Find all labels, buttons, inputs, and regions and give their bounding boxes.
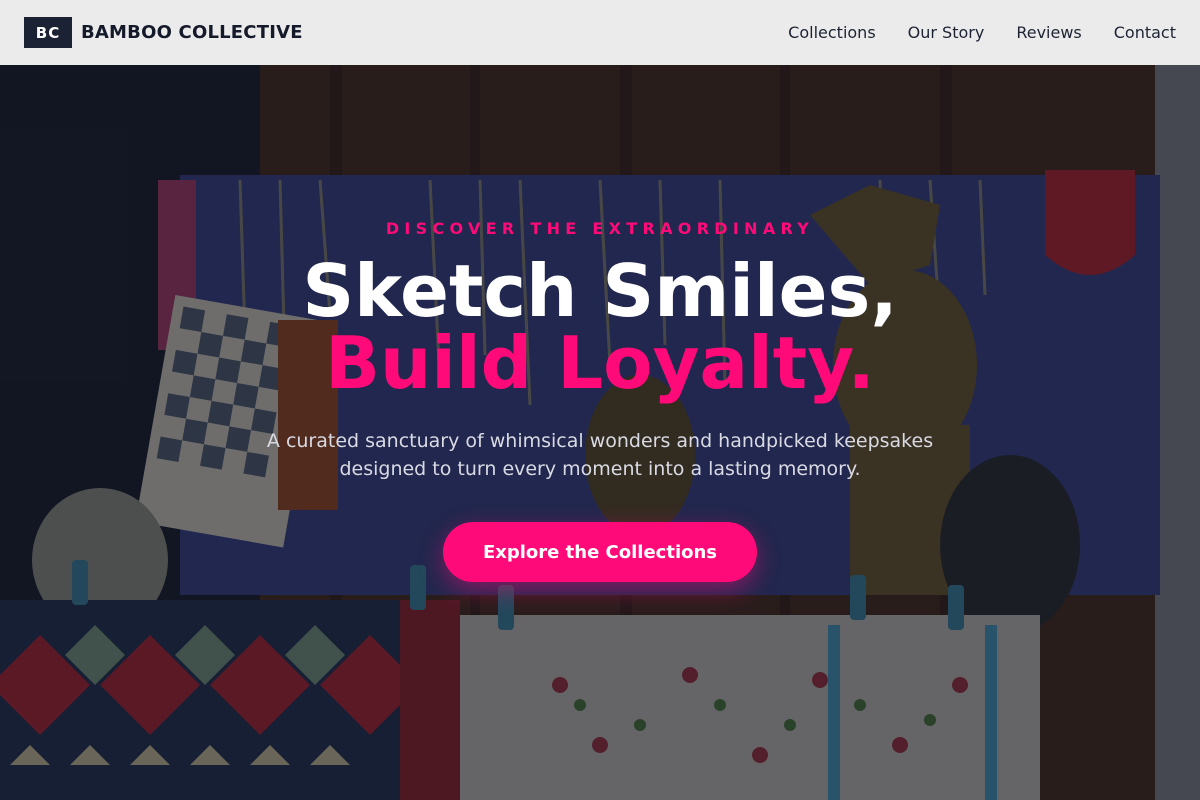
hero-headline-line-2: Build Loyalty. <box>325 321 875 405</box>
hero-headline: Sketch Smiles, Build Loyalty. <box>0 255 1200 399</box>
brand-logo[interactable]: BC <box>24 17 72 48</box>
nav-link-contact[interactable]: Contact <box>1114 23 1176 42</box>
site-header: BC BAMBOO COLLECTIVE Collections Our Sto… <box>0 0 1200 65</box>
nav-link-collections[interactable]: Collections <box>788 23 875 42</box>
nav-link-reviews[interactable]: Reviews <box>1016 23 1081 42</box>
hero-headline-line-1: Sketch Smiles, <box>302 249 898 333</box>
hero-content: DISCOVER THE EXTRAORDINARY Sketch Smiles… <box>0 65 1200 800</box>
brand[interactable]: BC BAMBOO COLLECTIVE <box>24 17 303 48</box>
explore-collections-button[interactable]: Explore the Collections <box>443 522 757 582</box>
brand-name[interactable]: BAMBOO COLLECTIVE <box>81 22 303 43</box>
hero-subtitle: A curated sanctuary of whimsical wonders… <box>266 430 934 480</box>
main-nav: Collections Our Story Reviews Contact <box>788 23 1176 42</box>
hero-eyebrow: DISCOVER THE EXTRAORDINARY <box>385 219 815 238</box>
nav-link-our-story[interactable]: Our Story <box>908 23 985 42</box>
